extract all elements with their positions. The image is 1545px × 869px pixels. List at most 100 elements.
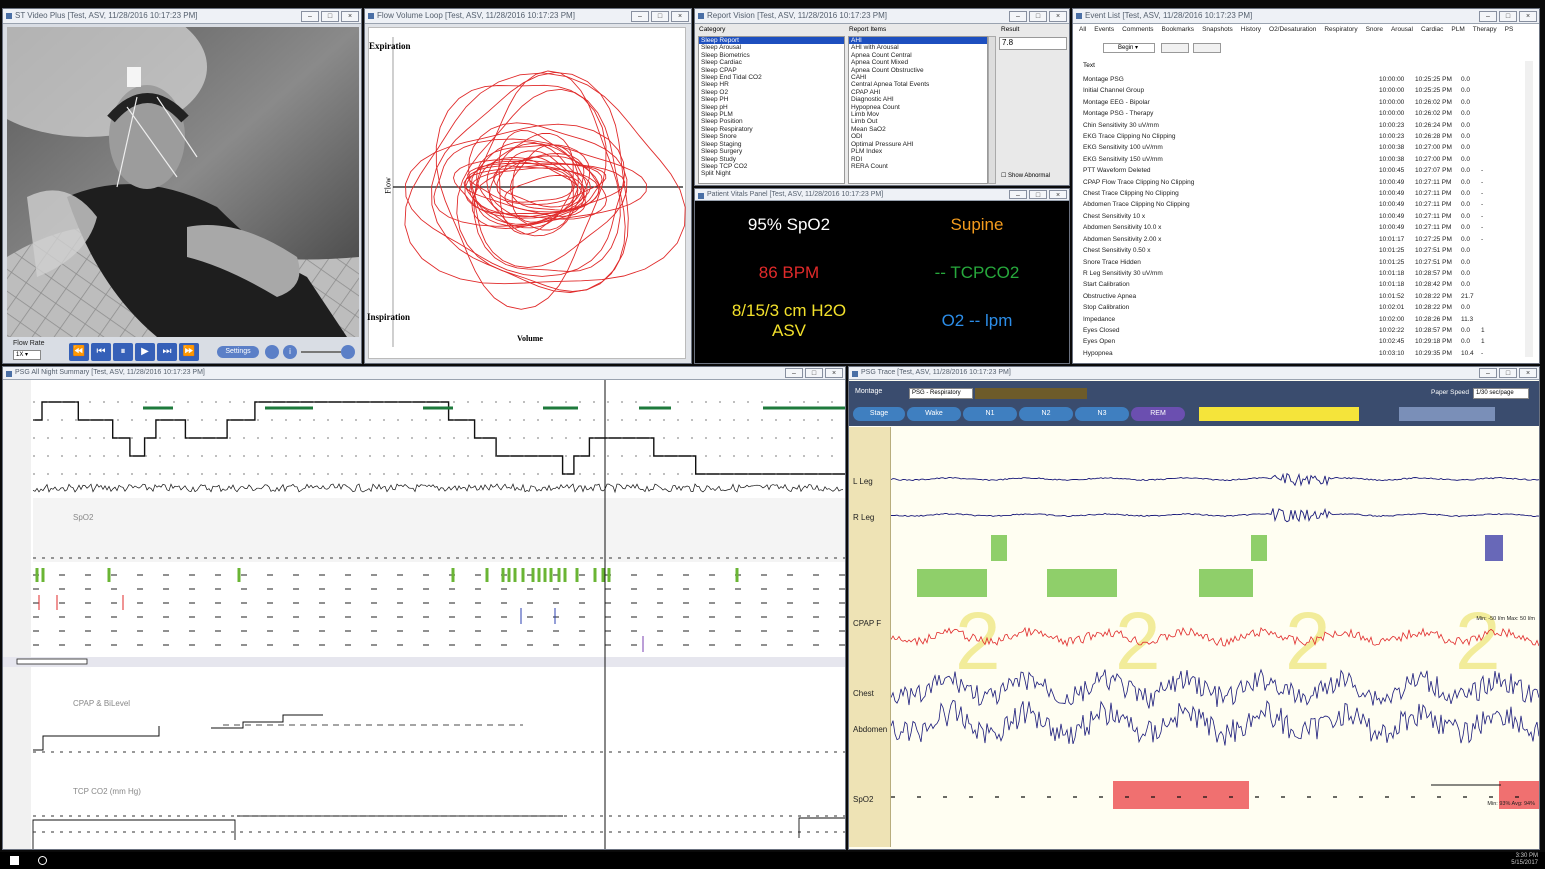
minimize-button[interactable]: – <box>631 11 649 22</box>
table-row[interactable]: R Leg Sensitivity 30 uV/mm 10:01:18 10:28:… <box>1083 268 1523 279</box>
report-item[interactable]: AHI <box>849 37 987 45</box>
category-item[interactable]: Sleep Cardiac <box>699 59 844 66</box>
minimize-button[interactable]: – <box>1009 11 1027 22</box>
volume-icon[interactable] <box>341 345 355 359</box>
epoch-score-strip[interactable] <box>1199 407 1359 421</box>
maximize-button[interactable]: □ <box>1029 190 1047 199</box>
report-item[interactable]: PLM Index <box>849 148 987 155</box>
report-item[interactable]: CAHI <box>849 74 987 81</box>
close-button[interactable]: × <box>1519 11 1537 22</box>
stage-button[interactable]: REM <box>1131 407 1185 421</box>
info-icon[interactable]: i <box>283 345 297 359</box>
event-tab[interactable]: Comments <box>1122 26 1153 36</box>
stage-button[interactable]: N2 <box>1019 407 1073 421</box>
delete-button[interactable] <box>1193 43 1221 53</box>
event-tab[interactable]: Bookmarks <box>1162 26 1195 36</box>
close-button[interactable]: × <box>671 11 689 22</box>
event-tab[interactable]: Snapshots <box>1202 26 1233 36</box>
filter-button[interactable] <box>1161 43 1189 53</box>
minimize-button[interactable]: – <box>785 368 803 378</box>
table-row[interactable]: Abdomen Sensitivity 10.0 x 10:00:49 10:27:… <box>1083 222 1523 233</box>
event-tab[interactable]: Respiratory <box>1324 26 1357 36</box>
stage-button[interactable]: N1 <box>963 407 1017 421</box>
event-tab[interactable]: All <box>1079 26 1086 36</box>
montage-select[interactable]: PSG - Respiratory <box>909 388 973 399</box>
category-item[interactable]: Split Night <box>699 170 844 177</box>
minimize-button[interactable]: – <box>1479 11 1497 22</box>
minimize-button[interactable]: – <box>301 11 319 22</box>
event-tab[interactable]: O2/Desaturation <box>1269 26 1316 36</box>
report-item[interactable]: ODI <box>849 133 987 140</box>
report-item[interactable]: Limb Mov <box>849 111 987 118</box>
category-item[interactable]: Sleep PLM <box>699 111 844 118</box>
category-item[interactable]: Sleep Snore <box>699 133 844 140</box>
table-row[interactable]: Hypopnea 10:03:10 10:29:35 PM 10.4- <box>1083 348 1523 359</box>
maximize-button[interactable]: □ <box>1499 11 1517 22</box>
report-item[interactable]: Apnea Count Central <box>849 52 987 59</box>
minimize-button[interactable]: – <box>1009 190 1027 199</box>
maximize-button[interactable]: □ <box>321 11 339 22</box>
category-item[interactable]: Sleep End Tidal CO2 <box>699 74 844 81</box>
report-items-list[interactable]: AHI AHI with Arousal Apnea Count Central Ap… <box>848 36 988 184</box>
category-item[interactable]: Sleep Arousal <box>699 44 844 51</box>
event-tab[interactable]: History <box>1241 26 1261 36</box>
table-row[interactable]: Start Calibration 10:01:18 10:28:42 PM 0.0 <box>1083 279 1523 290</box>
category-item[interactable]: Sleep TCP CO2 <box>699 163 844 170</box>
event-scrollbar[interactable] <box>1525 61 1533 357</box>
category-item[interactable]: Sleep Staging <box>699 141 844 148</box>
step-forward-icon[interactable]: ⏭ <box>157 343 177 361</box>
maximize-button[interactable]: □ <box>651 11 669 22</box>
fast-forward-icon[interactable]: ⏩ <box>179 343 199 361</box>
settings-button[interactable]: Settings <box>217 346 259 358</box>
report-item[interactable]: Diagnostic AHI <box>849 96 987 103</box>
rewind-icon[interactable]: ⏪ <box>69 343 89 361</box>
table-row[interactable]: CPAP Flow Trace Clipping No Clipping 10:0… <box>1083 177 1523 188</box>
close-button[interactable]: × <box>341 11 359 22</box>
report-item[interactable]: Hypopnea Count <box>849 104 987 111</box>
minimize-button[interactable]: – <box>1479 368 1497 378</box>
table-row[interactable]: Impedance 10:02:00 10:28:26 PM 11.3 <box>1083 314 1523 325</box>
report-item[interactable]: Apnea Count Mixed <box>849 59 987 66</box>
table-row[interactable]: PTT Waveform Deleted 10:00:45 10:27:07 PM 0… <box>1083 165 1523 176</box>
table-row[interactable]: Eyes Closed 10:02:22 10:28:57 PM 0.0 1 <box>1083 325 1523 336</box>
table-row[interactable]: Stop Calibration 10:02:01 10:28:22 PM 0.0 <box>1083 302 1523 313</box>
volume-slider[interactable] <box>301 351 341 353</box>
report-item[interactable]: CPAP AHI <box>849 89 987 96</box>
maximize-button[interactable]: □ <box>1029 11 1047 22</box>
table-row[interactable]: Chest Trace Clipping No Clipping 10:00:49… <box>1083 188 1523 199</box>
psg-tool-icons[interactable] <box>1399 407 1495 421</box>
snapshot-icon[interactable] <box>265 345 279 359</box>
report-item[interactable]: Apnea Count Obstructive <box>849 67 987 74</box>
maximize-button[interactable]: □ <box>805 368 823 378</box>
stage-button[interactable]: N3 <box>1075 407 1129 421</box>
category-item[interactable]: Sleep Report <box>699 37 844 45</box>
report-item[interactable]: Central Apnea Total Events <box>849 81 987 88</box>
close-button[interactable]: × <box>1049 11 1067 22</box>
category-item[interactable]: Sleep O2 <box>699 89 844 96</box>
event-tab[interactable]: Events <box>1094 26 1114 36</box>
table-row[interactable]: EKG Sensitivity 150 uV/mm 10:00:38 10:27:0… <box>1083 154 1523 165</box>
pause-icon[interactable]: ⏸ <box>113 343 133 361</box>
table-row[interactable]: EKG Sensitivity 100 uV/mm 10:00:38 10:27:0… <box>1083 142 1523 153</box>
event-tab[interactable]: Therapy <box>1473 26 1497 36</box>
report-item[interactable]: RERA Count <box>849 163 987 170</box>
event-tab[interactable]: PS <box>1505 26 1514 36</box>
table-row[interactable]: Abdomen Trace Clipping No Clipping 10:00:… <box>1083 199 1523 210</box>
category-item[interactable]: Sleep Respiratory <box>699 126 844 133</box>
play-icon[interactable]: ▶ <box>135 343 155 361</box>
montage-presets[interactable] <box>975 388 1087 399</box>
report-item[interactable]: AHI with Arousal <box>849 44 987 51</box>
event-tab[interactable]: Snore <box>1366 26 1383 36</box>
table-row[interactable]: Chest Sensitivity 10 x 10:00:49 10:27:11 P… <box>1083 211 1523 222</box>
table-row[interactable]: EKG Trace Clipping No Clipping 10:00:23 10… <box>1083 131 1523 142</box>
event-tab[interactable]: PLM <box>1451 26 1464 36</box>
table-row[interactable]: Obstructive Apnea 10:01:52 10:28:22 PM 21.7 <box>1083 291 1523 302</box>
stage-button[interactable]: Wake <box>907 407 961 421</box>
report-item[interactable]: Optimal Pressure AHI <box>849 141 987 148</box>
table-row[interactable]: Montage PSG - Therapy 10:00:00 10:26:02 PM… <box>1083 108 1523 119</box>
search-icon[interactable] <box>38 856 47 865</box>
items-scrollbar[interactable] <box>988 36 996 184</box>
report-item[interactable]: Mean SaO2 <box>849 126 987 133</box>
flow-rate-select[interactable]: 1X ▾ <box>13 350 41 360</box>
category-item[interactable]: Sleep HR <box>699 81 844 88</box>
